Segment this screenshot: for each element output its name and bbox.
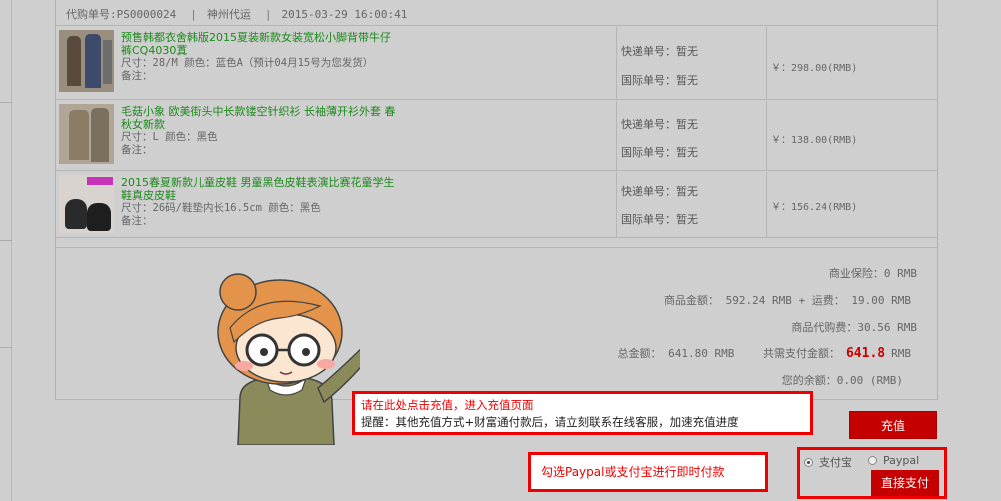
product-thumbnail[interactable] [59, 30, 114, 92]
order-datetime: 2015-03-29 16:00:41 [281, 8, 408, 21]
order-item-row: 2015春夏新款儿童皮鞋 男童黑色皮鞋表演比赛花童学生鞋真皮皮鞋 尺寸：26码/… [56, 172, 937, 238]
intl-number: 国际单号：暂无 [621, 213, 698, 226]
recharge-tip-line2: 提醒：其他充值方式+财富通付款后，请立刻联系在线客服，加速充值进度 [361, 415, 739, 429]
total-line: 总金额： 641.80 RMB 共需支付金额： 641.8 RMB [618, 345, 912, 361]
order-item-row: 预售韩都衣舍韩版2015夏装新款女装宽松小脚背带牛仔裤CQ4030蒖 尺寸：28… [56, 27, 937, 100]
insurance-line: 商业保险：0 RMB [828, 267, 917, 280]
goods-freight-line: 商品金额： 592.24 RMB + 运费： 19.00 RMB [664, 294, 911, 307]
total-amount: 总金额： 641.80 RMB [617, 347, 735, 360]
express-number: 快递单号：暂无 [621, 118, 698, 131]
intl-number: 国际单号：暂无 [621, 74, 698, 87]
balance-line: 您的余额：0.00 (RMB) [781, 374, 903, 387]
product-title-link[interactable]: 毛菇小象 欧美街头中长款镂空针织衫 长袖薄开衫外套 春秋女新款 [121, 105, 401, 131]
radio-unchecked-icon [868, 456, 877, 465]
product-title-link[interactable]: 预售韩都衣舍韩版2015夏装新款女装宽松小脚背带牛仔裤CQ4030蒖 [121, 31, 401, 57]
order-header: 代购单号:PS0000024 | 神州代运 | 2015-03-29 16:00:41 [56, 0, 937, 26]
alipay-radio[interactable]: 支付宝 [804, 454, 852, 470]
product-thumbnail[interactable] [59, 104, 114, 164]
order-agent: 神州代运 [206, 8, 251, 21]
product-spec: 尺寸：L 颜色：黑色 [121, 131, 218, 143]
order-item-row: 毛菇小象 欧美街头中长款镂空针织衫 长袖薄开衫外套 春秋女新款 尺寸：L 颜色：… [56, 101, 937, 171]
recharge-tip-callout: 请在此处点击充值，进入充值页面 提醒：其他充值方式+财富通付款后，请立刻联系在线… [352, 391, 813, 435]
item-price: ￥：156.24(RMB) [771, 202, 858, 213]
order-panel: 代购单号:PS0000024 | 神州代运 | 2015-03-29 16:00:41 … [55, 0, 938, 400]
recharge-button[interactable]: 充值 [849, 411, 937, 439]
product-note: 备注： [121, 70, 153, 82]
left-border [0, 0, 12, 501]
item-price: ￥：298.00(RMB) [771, 63, 858, 74]
recharge-tip-line1: 请在此处点击充值，进入充值页面 [361, 398, 534, 412]
item-price: ￥：138.00(RMB) [771, 135, 858, 146]
product-spec: 尺寸：28/M 颜色：蓝色A（预计04月15号为您发货） [121, 57, 374, 69]
need-pay-label: 共需支付金额： [762, 347, 840, 360]
express-number: 快递单号：暂无 [621, 45, 698, 58]
pay-now-button[interactable]: 直接支付 [871, 470, 939, 496]
product-title-link[interactable]: 2015春夏新款儿童皮鞋 男童黑色皮鞋表演比赛花童学生鞋真皮皮鞋 [121, 176, 401, 202]
product-thumbnail[interactable] [59, 175, 114, 233]
need-pay-unit: RMB [891, 347, 911, 360]
agent-fee-line: 商品代购费：30.56 RMB [791, 321, 917, 334]
product-note: 备注： [121, 144, 153, 156]
product-note: 备注： [121, 215, 153, 227]
payment-options: 支付宝 Paypal 直接支付 [797, 447, 947, 499]
need-pay-amount: 641.8 [845, 346, 886, 361]
paypal-label: Paypal [883, 454, 920, 467]
order-number: 代购单号:PS0000024 [66, 8, 177, 21]
radio-checked-icon [804, 457, 813, 467]
express-number: 快递单号：暂无 [621, 185, 698, 198]
cartoon-girl-illustration [217, 273, 360, 445]
intl-number: 国际单号：暂无 [621, 146, 698, 159]
product-spec: 尺寸：26码/鞋垫内长16.5cm 颜色：黑色 [121, 202, 321, 214]
alipay-label: 支付宝 [819, 456, 852, 469]
payment-tip-callout: 勾选Paypal或支付宝进行即时付款 [528, 452, 768, 492]
order-summary: 商业保险：0 RMB 商品金额： 592.24 RMB + 运费： 19.00 … [56, 247, 937, 400]
paypal-radio[interactable]: Paypal [868, 454, 919, 467]
